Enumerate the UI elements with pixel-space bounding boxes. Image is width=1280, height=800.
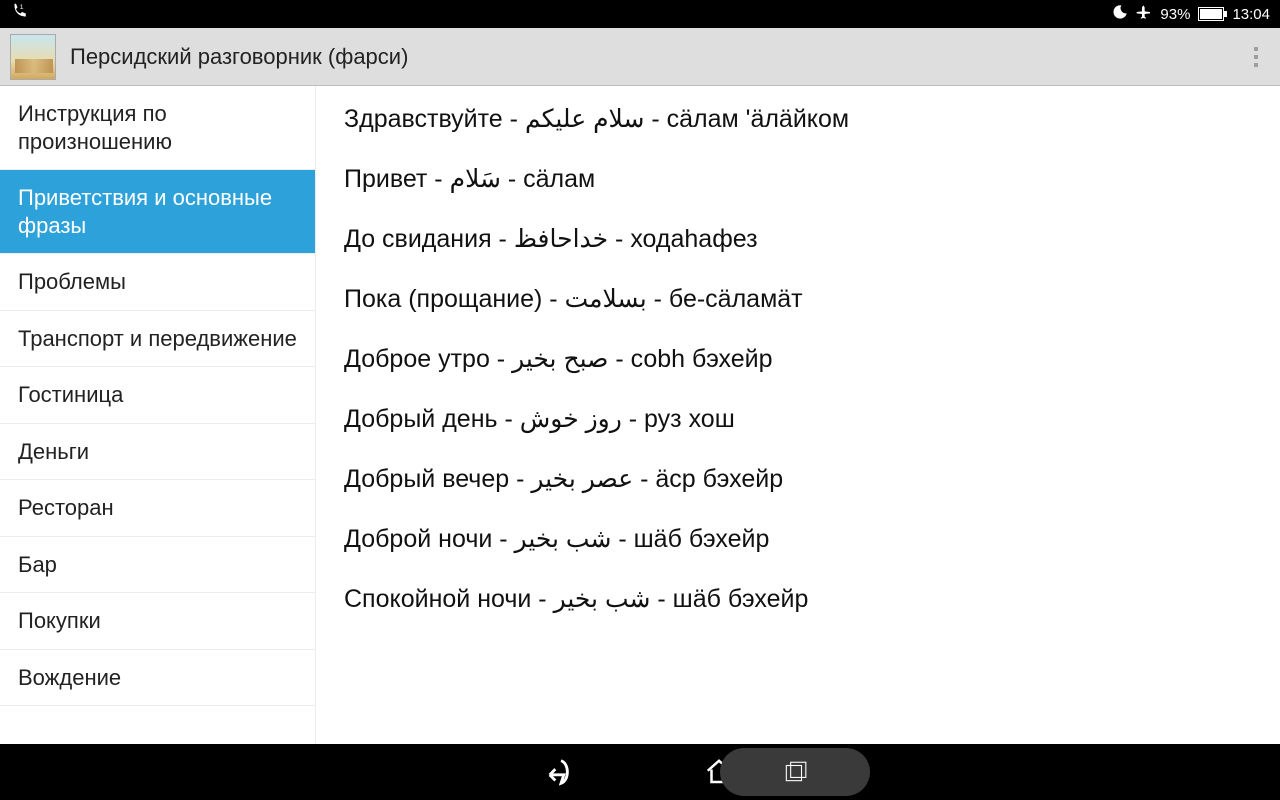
clock-text: 13:04 — [1232, 6, 1270, 23]
main-content: Инструкция по произношениюПриветствия и … — [0, 86, 1280, 744]
sidebar-item[interactable]: Инструкция по произношению — [0, 86, 315, 170]
sidebar-item[interactable]: Ресторан — [0, 480, 315, 537]
app-icon — [10, 34, 56, 80]
sidebar-item[interactable]: Проблемы — [0, 254, 315, 311]
sidebar-item[interactable]: Вождение — [0, 650, 315, 707]
phrase-row[interactable]: Доброй ночи - شب بخير - шӓб бэхейр — [344, 524, 1252, 554]
missed-call-icon: 1 — [10, 3, 28, 25]
action-bar: Персидский разговорник (фарси) — [0, 28, 1280, 86]
sidebar-item[interactable]: Гостиница — [0, 367, 315, 424]
battery-icon — [1198, 7, 1224, 21]
overflow-menu-button[interactable] — [1242, 41, 1270, 73]
sidebar-item[interactable]: Транспорт и передвижение — [0, 311, 315, 368]
recent-apps-button[interactable] — [720, 748, 870, 796]
phrase-row[interactable]: Добрый вечер - عصر بخير - ӓср бэхейр — [344, 464, 1252, 494]
sidebar-item[interactable]: Приветствия и основные фразы — [0, 170, 315, 254]
status-bar: 1 93% 13:04 — [0, 0, 1280, 28]
phrase-row[interactable]: Здравствуйте - سلام عليكم - сӓлам 'ӓлӓйк… — [344, 104, 1252, 134]
phrase-row[interactable]: Привет - سَلام - сӓлам — [344, 164, 1252, 194]
battery-percent: 93% — [1160, 6, 1190, 23]
phrase-row[interactable]: Доброе утро - صبح بخير - соbh бэхейр — [344, 344, 1252, 374]
sidebar-item[interactable]: Деньги — [0, 424, 315, 481]
svg-text:1: 1 — [20, 4, 24, 11]
airplane-icon — [1136, 4, 1152, 24]
moon-icon — [1112, 4, 1128, 24]
navigation-bar — [0, 744, 1280, 800]
sidebar-item[interactable]: Бар — [0, 537, 315, 594]
sidebar-item[interactable]: Покупки — [0, 593, 315, 650]
back-button[interactable] — [542, 753, 580, 791]
phrase-row[interactable]: Спокойной ночи - شب بخير - шӓб бэхейр — [344, 584, 1252, 614]
phrase-row[interactable]: Пока (прощание) - بسلامت - бе-сӓламӓт — [344, 284, 1252, 314]
phrase-list: Здравствуйте - سلام عليكم - сӓлам 'ӓлӓйк… — [316, 86, 1280, 744]
phrase-row[interactable]: Добрый день - روز خوش - руз хош — [344, 404, 1252, 434]
sidebar: Инструкция по произношениюПриветствия и … — [0, 86, 316, 744]
app-title: Персидский разговорник (фарси) — [70, 44, 408, 70]
phrase-row[interactable]: До свидания - خداحافظ - ходаhафез — [344, 224, 1252, 254]
